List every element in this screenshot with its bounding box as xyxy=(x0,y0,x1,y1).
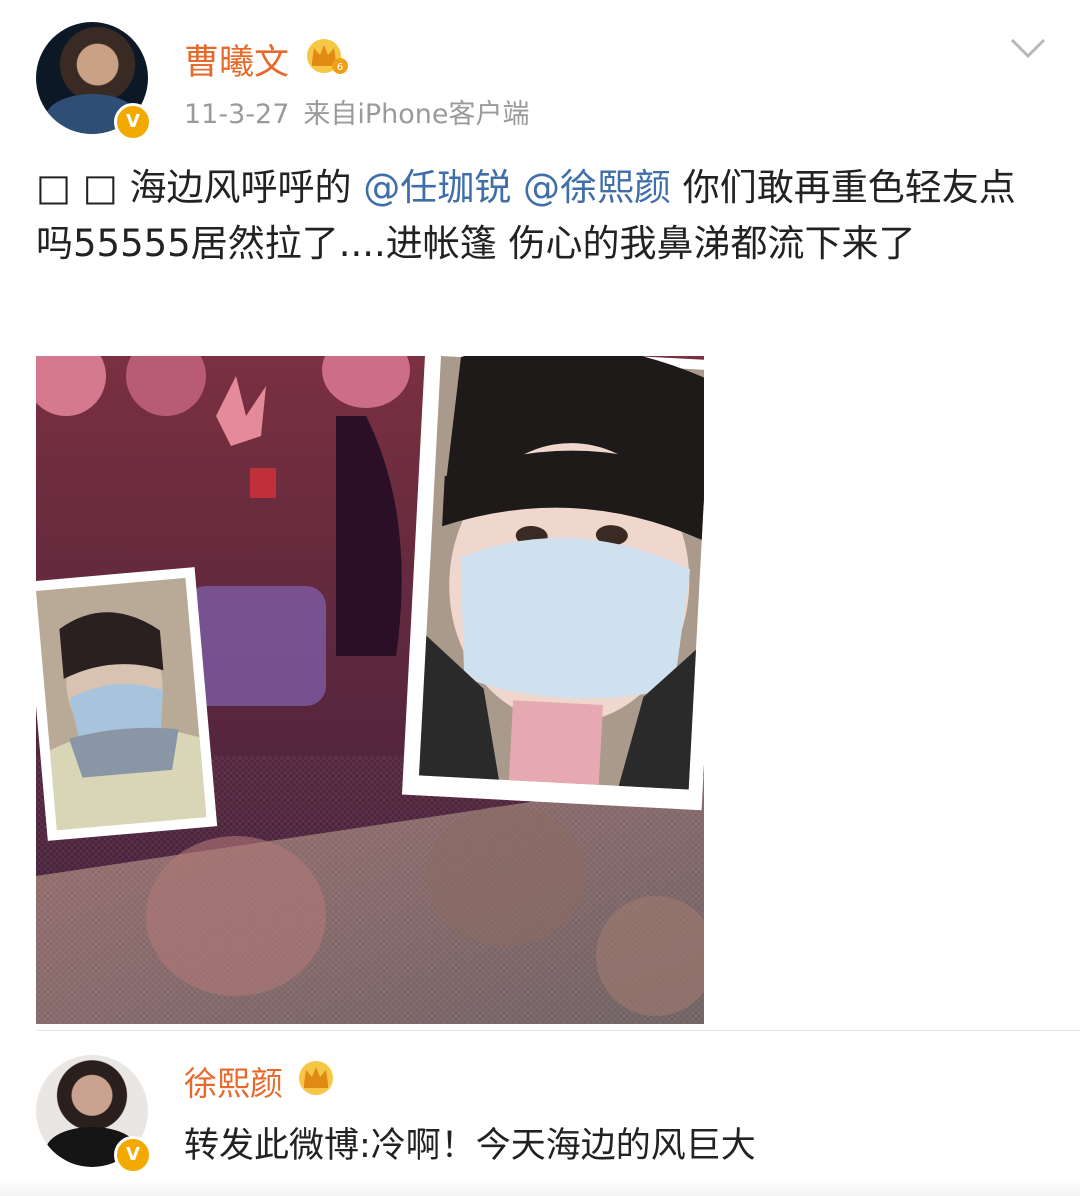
repost-text: 转发此微博:冷啊！今天海边的风巨大 xyxy=(184,1126,756,1166)
verified-icon: V xyxy=(114,1136,152,1174)
mention-link[interactable]: @徐熙颜 xyxy=(523,166,671,209)
crown-badge-icon[interactable]: 6 xyxy=(304,36,348,76)
photo-collage xyxy=(36,356,704,1024)
verified-icon: V xyxy=(114,103,152,141)
repost-author-name[interactable]: 徐熙颜 xyxy=(184,1057,283,1105)
post-date: 11-3-27 xyxy=(184,99,290,130)
post-text-part: 海边风呼呼的 xyxy=(129,166,352,209)
svg-text:6: 6 xyxy=(337,62,343,73)
weibo-post: V 曹曦文 6 11-3-27 来自iPhone客户端 □ □ 海边风呼呼的 @任… xyxy=(0,0,1080,1031)
mention-link[interactable]: @任珈锐 xyxy=(363,166,511,209)
chevron-down-icon[interactable] xyxy=(1008,36,1048,60)
crown-badge-icon[interactable] xyxy=(294,1058,338,1098)
post-meta: 11-3-27 来自iPhone客户端 xyxy=(184,92,530,131)
post-photo[interactable] xyxy=(36,356,704,1024)
divider xyxy=(36,1030,1080,1031)
post-source[interactable]: 来自iPhone客户端 xyxy=(303,99,529,130)
post-content: □ □ 海边风呼呼的 @任珈锐 @徐熙颜 你们敢再重色轻友点吗55555居然拉了… xyxy=(36,160,1046,272)
unrendered-emoji: □ □ xyxy=(36,166,118,209)
next-item-edge xyxy=(0,1180,1080,1196)
author-name[interactable]: 曹曦文 xyxy=(184,34,289,85)
